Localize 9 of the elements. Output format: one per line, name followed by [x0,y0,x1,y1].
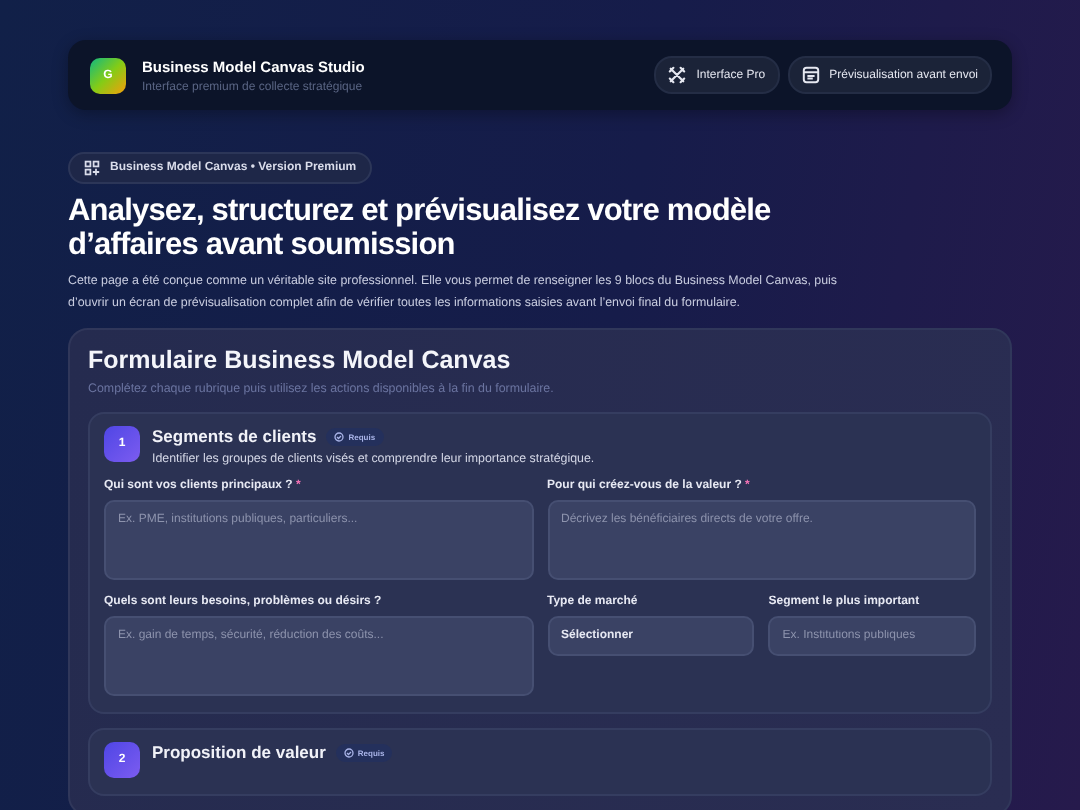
check-circle-icon [343,747,354,757]
form-title: Formulaire Business Model Canvas [88,346,513,374]
section-title: Proposition de valeur [152,742,326,762]
tools-icon [668,66,687,84]
hero-title: Analysez, structurez et prévisualisez votre modèle d’affaires avant soumission [68,194,773,262]
grid-icon [84,160,100,176]
preview-window-icon [801,66,820,84]
check-circle-icon [334,431,345,441]
section-title: Segments de clients [152,426,317,446]
